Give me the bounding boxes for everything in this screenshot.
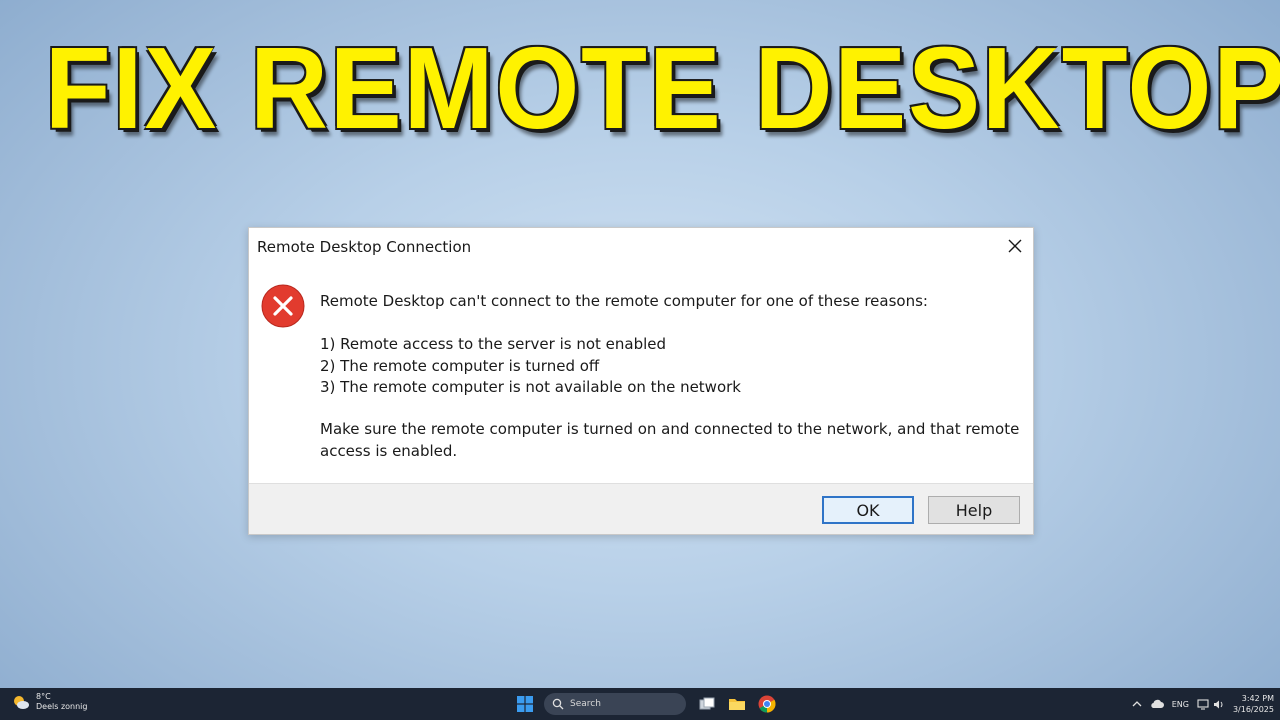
chrome-button[interactable] bbox=[754, 691, 780, 717]
reason-item: 2) The remote computer is turned off bbox=[320, 356, 600, 375]
volume-icon bbox=[1213, 700, 1223, 708]
start-icon bbox=[517, 696, 533, 712]
help-button[interactable]: Help bbox=[928, 496, 1020, 524]
remote-desktop-error-dialog: Remote Desktop Connection Remote Desktop… bbox=[248, 227, 1034, 535]
show-hidden-icons-button[interactable] bbox=[1132, 700, 1142, 708]
taskbar: 8°C Deels zonnig Search ENG 3:42 PM 3/16… bbox=[0, 688, 1280, 720]
system-tray: ENG 3:42 PM 3/16/2025 bbox=[1132, 688, 1280, 720]
partly-sunny-icon bbox=[14, 696, 29, 709]
weather-temp: 8°C bbox=[36, 692, 51, 701]
dialog-title: Remote Desktop Connection bbox=[257, 238, 472, 256]
taskbar-apps: Search bbox=[512, 691, 784, 717]
network-volume-button[interactable] bbox=[1197, 698, 1225, 710]
error-message: Remote Desktop can't connect to the remo… bbox=[320, 292, 928, 310]
headline-overlay: FIX REMOTE DESKTOP bbox=[44, 23, 1280, 153]
cloud-icon bbox=[1151, 699, 1164, 708]
onedrive-button[interactable] bbox=[1150, 699, 1164, 709]
clock[interactable]: 3:42 PM 3/16/2025 bbox=[1233, 693, 1274, 715]
error-icon bbox=[261, 284, 305, 328]
close-button[interactable] bbox=[1003, 234, 1027, 258]
file-explorer-icon bbox=[729, 699, 745, 710]
clock-time: 3:42 PM bbox=[1241, 694, 1274, 703]
search-label: Search bbox=[570, 699, 601, 709]
close-icon bbox=[1008, 239, 1022, 253]
reason-item: 3) The remote computer is not available … bbox=[320, 378, 741, 396]
task-view-button[interactable] bbox=[694, 691, 720, 717]
dialog-footer: OK Help bbox=[249, 483, 1033, 534]
reasons-list: 1) Remote access to the server is not en… bbox=[320, 334, 741, 399]
file-explorer-button[interactable] bbox=[724, 691, 750, 717]
search-icon bbox=[552, 698, 564, 710]
advice-text: Make sure the remote computer is turned … bbox=[320, 420, 1020, 460]
network-icon bbox=[1197, 698, 1209, 710]
weather-condition: Deels zonnig bbox=[36, 702, 88, 711]
taskbar-search[interactable]: Search bbox=[544, 693, 686, 715]
clock-date: 3/16/2025 bbox=[1232, 705, 1274, 714]
reason-item: 1) Remote access to the server is not en… bbox=[320, 335, 667, 353]
ok-button[interactable]: OK bbox=[822, 496, 914, 524]
task-view-icon bbox=[699, 697, 715, 710]
language-indicator[interactable]: ENG bbox=[1172, 700, 1189, 709]
weather-widget[interactable]: 8°C Deels zonnig bbox=[12, 692, 87, 712]
chrome-icon bbox=[758, 695, 776, 713]
chevron-up-icon bbox=[1132, 701, 1142, 707]
start-button[interactable] bbox=[512, 691, 538, 717]
